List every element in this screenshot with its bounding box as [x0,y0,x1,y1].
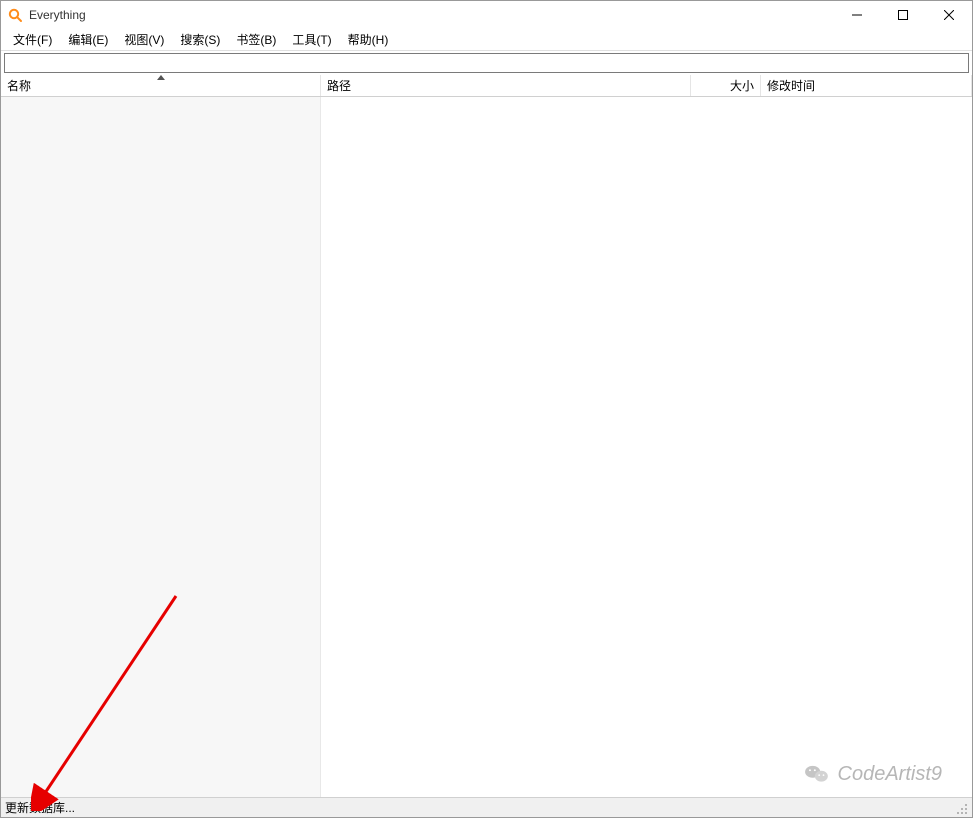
menu-search[interactable]: 搜索(S) [172,29,228,50]
column-header-name[interactable]: 名称 [1,75,321,96]
column-label-size: 大小 [730,77,754,94]
column-label-mtime: 修改时间 [767,77,815,94]
title-bar: Everything [1,1,972,29]
details-pane [321,97,972,797]
maximize-button[interactable] [880,1,926,29]
column-label-name: 名称 [7,77,31,94]
minimize-button[interactable] [834,1,880,29]
close-button[interactable] [926,1,972,29]
menu-bookmark[interactable]: 书签(B) [228,29,284,50]
menu-tools[interactable]: 工具(T) [284,29,339,50]
window-controls [834,1,972,29]
column-header-path[interactable]: 路径 [321,75,691,96]
column-label-path: 路径 [327,77,351,94]
name-column-pane [1,97,321,797]
app-title: Everything [29,8,86,22]
menu-bar: 文件(F) 编辑(E) 视图(V) 搜索(S) 书签(B) 工具(T) 帮助(H… [1,29,972,51]
column-header-mtime[interactable]: 修改时间 [761,75,972,96]
menu-view[interactable]: 视图(V) [116,29,172,50]
menu-help[interactable]: 帮助(H) [340,29,397,50]
column-header-size[interactable]: 大小 [691,75,761,96]
search-input[interactable] [4,53,969,73]
status-text: 更新数据库... [5,799,75,816]
search-bar [1,51,972,75]
results-area [1,97,972,797]
menu-file[interactable]: 文件(F) [5,29,60,50]
app-icon [7,7,23,23]
column-headers: 名称 路径 大小 修改时间 [1,75,972,97]
sort-ascending-icon [157,75,165,80]
title-bar-left: Everything [7,7,86,23]
status-bar: 更新数据库... [1,797,972,817]
menu-edit[interactable]: 编辑(E) [60,29,116,50]
resize-grip[interactable] [954,801,968,815]
